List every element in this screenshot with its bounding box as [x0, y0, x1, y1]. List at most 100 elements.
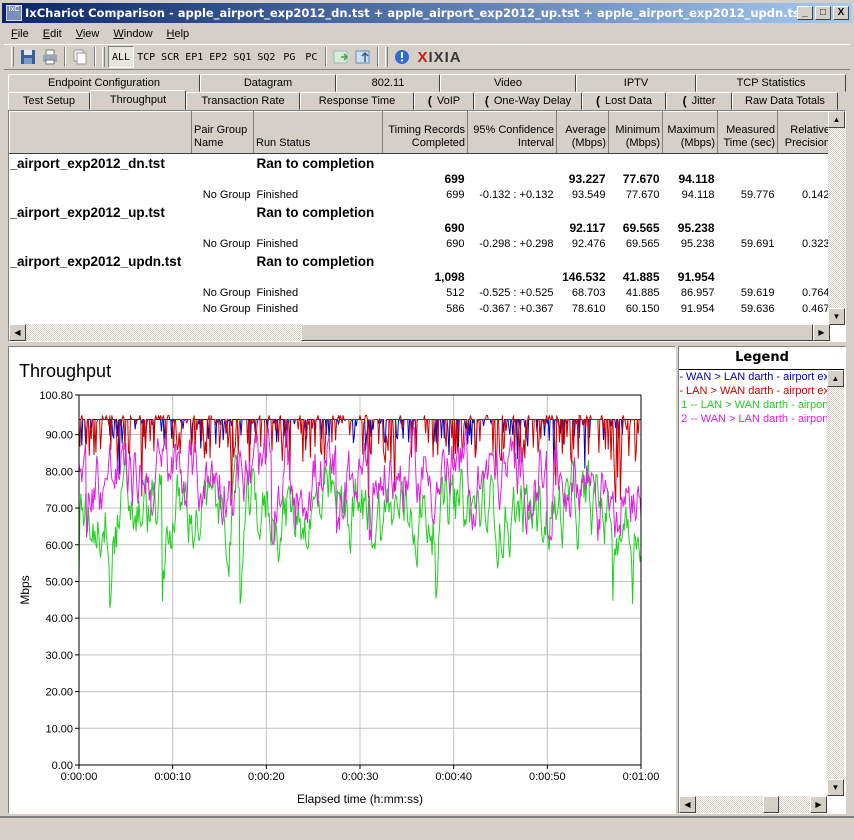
scroll-thumb[interactable]	[301, 324, 813, 341]
results-vertical-scrollbar[interactable]: ▲ ▼	[828, 111, 845, 325]
empty-cell	[778, 220, 833, 236]
scroll-down-button[interactable]: ▼	[828, 308, 845, 325]
info-button[interactable]	[391, 46, 413, 68]
tab-transaction-rate[interactable]: Transaction Rate	[186, 92, 300, 110]
import-button[interactable]	[352, 46, 374, 68]
toolbar-grip[interactable]	[11, 47, 14, 67]
summary-row[interactable]: 699 93.227 77.670 94.118	[10, 171, 833, 187]
pair-minimum: 69.565	[625, 238, 660, 250]
tab-lost-data[interactable]: (Lost Data	[582, 92, 666, 110]
empty-cell	[718, 203, 778, 220]
tab-raw-data-totals[interactable]: Raw Data Totals	[732, 92, 838, 110]
empty-cell	[192, 171, 254, 187]
menu-window[interactable]: Window	[106, 28, 159, 40]
import-icon	[355, 50, 370, 64]
tab-one-way-delay[interactable]: (One-Way Delay	[474, 92, 582, 110]
pair-row[interactable]: No Group Finished 512 -0.525 : +0.525 68.703…	[10, 285, 833, 301]
legend-item[interactable]: 2 -- WAN > LAN darth - airport ex	[679, 370, 829, 384]
maximize-button[interactable]: □	[815, 6, 831, 20]
y-tick-label: 40.00	[45, 613, 73, 625]
summary-row[interactable]: 1,098 146.532 41.885 91.954	[10, 269, 833, 285]
tab-label: One-Way Delay	[493, 95, 572, 107]
legend-item[interactable]: ir 2 -- WAN > LAN darth - airport	[679, 412, 829, 426]
legend-scroll-left-button[interactable]: ◀	[679, 796, 696, 813]
file-row[interactable]: _airport_exp2012_dn.tst Ran to completion	[10, 154, 833, 172]
column-header[interactable]: Minimum (Mbps)	[608, 111, 663, 154]
legend-horizontal-scrollbar[interactable]: ◀ ▶	[679, 796, 827, 813]
minimize-button[interactable]: _	[797, 6, 813, 20]
scroll-left-button[interactable]: ◀	[9, 324, 26, 341]
scroll-up-button[interactable]: ▲	[828, 111, 845, 128]
column-header[interactable]: Pair Group Name	[191, 111, 254, 154]
filter-tcp-button[interactable]: TCP	[134, 46, 158, 68]
filter-sq1-button[interactable]: SQ1	[230, 46, 254, 68]
tab-jitter[interactable]: (Jitter	[666, 92, 732, 110]
legend-vertical-scrollbar[interactable]: ▲ ▼	[827, 370, 844, 796]
pair-row[interactable]: No Group Finished 586 -0.367 : +0.367 78.610…	[10, 301, 833, 317]
menu-view[interactable]: View	[69, 28, 107, 40]
summary-row[interactable]: 690 92.117 69.565 95.238	[10, 220, 833, 236]
tab-voip[interactable]: (VoIP	[414, 92, 474, 110]
header-line-2: Time (sec)	[723, 137, 775, 149]
print-icon	[43, 49, 57, 65]
empty-cell	[718, 220, 778, 236]
file-status: Ran to completion	[256, 156, 375, 171]
column-header[interactable]: Measured Time (sec)	[717, 111, 778, 154]
file-status: Ran to completion	[256, 205, 375, 220]
toolbar-separator	[377, 47, 380, 67]
column-header[interactable]: Average (Mbps)	[556, 111, 609, 154]
tab-label: VoIP	[436, 95, 461, 107]
filter-all-button[interactable]: ALL	[108, 46, 135, 68]
legend-scroll-thumb[interactable]	[763, 796, 779, 813]
export-button[interactable]	[330, 46, 352, 68]
tab-video[interactable]: Video	[440, 74, 576, 92]
pair-row[interactable]: No Group Finished 699 -0.132 : +0.132 93.549…	[10, 187, 833, 203]
menu-edit[interactable]: Edit	[36, 28, 69, 40]
legend-item-label: -- LAN > WAN darth - airport ex	[679, 385, 829, 397]
menu-help[interactable]: Help	[160, 28, 197, 40]
filter-ep2-button[interactable]: EP2	[206, 46, 230, 68]
legend-item[interactable]: -- LAN > WAN darth - airport ex	[679, 384, 829, 398]
tab-test-setup[interactable]: Test Setup	[8, 92, 90, 110]
column-header[interactable]: 95% Confidence Interval	[467, 111, 557, 154]
column-header[interactable]: Relative Precision	[777, 111, 833, 154]
tab-response-time[interactable]: Response Time	[300, 92, 414, 110]
filter-sq2-button[interactable]: SQ2	[254, 46, 278, 68]
tab-tcp-statistics[interactable]: TCP Statistics	[696, 74, 846, 92]
empty-cell	[718, 154, 778, 172]
column-header[interactable]	[9, 111, 192, 154]
filter-pc-button[interactable]: PC	[300, 46, 322, 68]
summary-minimum: 77.670	[622, 172, 660, 186]
legend-scroll-down-button[interactable]: ▼	[827, 779, 844, 796]
legend-item[interactable]: ir 1 -- LAN > WAN darth - airport	[679, 398, 829, 412]
legend-scroll-right-button[interactable]: ▶	[810, 796, 827, 813]
tab-iptv[interactable]: IPTV	[576, 74, 696, 92]
print-button[interactable]	[39, 46, 61, 68]
tab-label: Transaction Rate	[201, 95, 285, 107]
column-header[interactable]: Maximum (Mbps)	[662, 111, 718, 154]
pair-precision: 0.467	[801, 303, 830, 315]
toolbar-grip[interactable]	[385, 47, 389, 67]
scroll-right-button[interactable]: ▶	[813, 324, 830, 341]
results-horizontal-scrollbar[interactable]: ◀ ▶	[9, 324, 830, 341]
pair-row[interactable]: No Group Finished 690 -0.298 : +0.298 92.476…	[10, 236, 833, 252]
filter-scr-button[interactable]: SCR	[158, 46, 182, 68]
file-row[interactable]: _airport_exp2012_updn.tst Ran to completi…	[10, 252, 833, 269]
toolbar-grip[interactable]	[102, 47, 105, 67]
tab-throughput[interactable]: Throughput	[90, 90, 186, 110]
filter-pg-button[interactable]: PG	[278, 46, 300, 68]
column-header[interactable]: Timing Records Completed	[382, 111, 468, 154]
tab-datagram[interactable]: Datagram	[200, 74, 336, 92]
tab-802-11[interactable]: 802.11	[336, 74, 440, 92]
header-line-2: (Mbps)	[625, 137, 660, 149]
header-line-1: Measured	[726, 124, 775, 136]
legend-scroll-up-button[interactable]: ▲	[827, 370, 844, 387]
column-header[interactable]: Run Status	[253, 111, 383, 154]
file-row[interactable]: _airport_exp2012_up.tst Ran to completion	[10, 203, 833, 220]
filter-ep1-button[interactable]: EP1	[182, 46, 206, 68]
save-button[interactable]	[17, 46, 39, 68]
close-button[interactable]: X	[833, 6, 849, 20]
copy-button[interactable]	[69, 46, 91, 68]
menu-file[interactable]: File	[4, 28, 36, 40]
empty-cell	[192, 269, 254, 285]
